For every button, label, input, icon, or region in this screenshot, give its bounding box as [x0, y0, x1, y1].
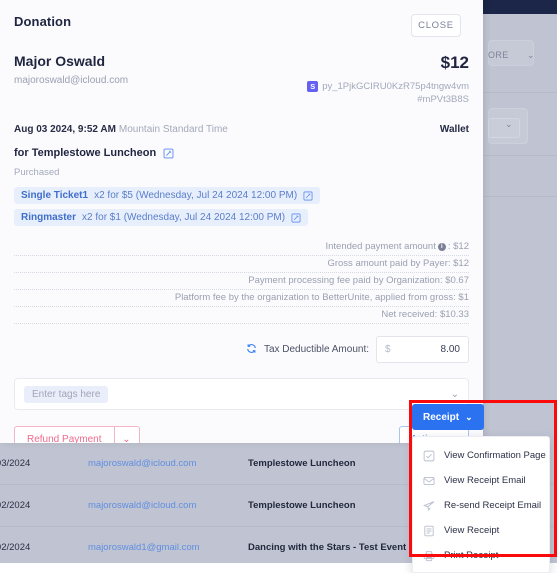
close-button[interactable]: CLOSE: [411, 14, 461, 37]
refund-payment-caret-button[interactable]: ⌄: [114, 426, 140, 443]
menu-item-label: Re-send Receipt Email: [444, 500, 541, 511]
receipt-button-label: Receipt: [423, 412, 459, 423]
payment-source: Wallet: [440, 124, 469, 135]
tags-input[interactable]: Enter tags here ⌄: [14, 378, 469, 410]
fee-label: Platform fee by the organization to Bett…: [175, 292, 469, 303]
item-detail: x2 for $5 (Wednesday, Jul 24 2024 12:00 …: [94, 190, 297, 201]
background-filter-chip[interactable]: [488, 118, 520, 138]
receipt-dropdown-menu: View Confirmation Page View Receipt Emai…: [412, 436, 550, 573]
modal-action-bar: Refund Payment ⌄ Actions ⌄: [0, 410, 483, 443]
menu-item-label: View Confirmation Page: [444, 450, 546, 461]
check-square-icon: [422, 449, 435, 462]
tax-deductible-row: Tax Deductible Amount: $ 8.00: [0, 324, 483, 363]
donor-summary: Major Oswald majoroswald@icloud.com $12 …: [0, 37, 483, 105]
fee-label: Gross amount paid by Payer: $12: [327, 258, 469, 269]
table-cell-event: Templestowe Luncheon: [248, 458, 356, 469]
edit-icon[interactable]: [163, 148, 174, 159]
edit-icon[interactable]: [291, 213, 301, 223]
fee-row: Net received: $10.33: [14, 307, 469, 324]
tags-section: Enter tags here ⌄: [0, 363, 483, 410]
list-item[interactable]: Ringmaster x2 for $1 (Wednesday, Jul 24 …: [14, 209, 308, 226]
fee-label: Payment processing fee paid by Organizat…: [248, 275, 469, 286]
donation-amount: $12: [307, 53, 469, 73]
campaign-row: for Templestowe Luncheon: [0, 137, 483, 159]
payment-reference: py_1PjkGCIRU0KzR75p4tngw4vm: [322, 80, 469, 93]
receipt-button[interactable]: Receipt ⌄: [412, 404, 484, 430]
transaction-datetime: Aug 03 2024, 9:52 AM: [14, 124, 116, 135]
donation-detail-modal: Donation CLOSE Major Oswald majoroswald@…: [0, 0, 483, 443]
menu-item-print-receipt[interactable]: Print Receipt: [413, 543, 549, 568]
donor-email: majoroswald@icloud.com: [14, 75, 128, 86]
menu-item-label: View Receipt Email: [444, 475, 526, 486]
fee-row: Intended payment amount i : $12: [14, 239, 469, 256]
send-icon: [422, 499, 435, 512]
divider: [484, 196, 557, 197]
fee-row: Payment processing fee paid by Organizat…: [14, 273, 469, 290]
purchased-label: Purchased: [0, 159, 483, 178]
tax-deductible-label: Tax Deductible Amount:: [264, 344, 369, 355]
fee-value: : $12: [448, 241, 469, 252]
page-title: Donation: [14, 14, 71, 29]
table-cell-event: Dancing with the Stars - Test Event: [248, 542, 406, 553]
fee-breakdown: Intended payment amount i : $12 Gross am…: [0, 229, 483, 324]
table-cell-date: 8/02/2024: [0, 542, 98, 553]
divider: [484, 92, 557, 93]
refresh-icon[interactable]: [246, 343, 257, 357]
fee-label: Net received: $10.33: [381, 309, 469, 320]
chevron-down-icon: ⌄: [465, 413, 473, 422]
tax-deductible-input[interactable]: $ 8.00: [376, 336, 469, 363]
item-name: Ringmaster: [21, 212, 76, 223]
chevron-down-icon[interactable]: ⌄: [451, 389, 459, 400]
currency-symbol: $: [385, 344, 391, 355]
menu-item-label: Print Receipt: [444, 550, 498, 561]
list-item[interactable]: Single Ticket1 x2 for $5 (Wednesday, Jul…: [14, 187, 320, 204]
tags-placeholder: Enter tags here: [24, 386, 108, 403]
purchased-items: Single Ticket1 x2 for $5 (Wednesday, Jul…: [0, 178, 483, 229]
document-icon: [422, 524, 435, 537]
refund-payment-button[interactable]: Refund Payment: [14, 426, 114, 443]
fee-row: Platform fee by the organization to Bett…: [14, 290, 469, 307]
info-icon[interactable]: i: [438, 243, 446, 251]
app-top-bar: [483, 0, 557, 14]
table-cell-email[interactable]: majoroswald@icloud.com: [88, 500, 238, 511]
refund-payment-split-button: Refund Payment ⌄: [14, 426, 140, 443]
menu-item-view-confirmation-page[interactable]: View Confirmation Page: [413, 443, 549, 468]
table-cell-date: 8/03/2024: [0, 458, 98, 469]
chevron-down-icon: ⌄: [505, 119, 513, 130]
menu-item-view-receipt-email[interactable]: View Receipt Email: [413, 468, 549, 493]
table-cell-event: Templestowe Luncheon: [248, 500, 356, 511]
stripe-icon: S: [307, 81, 318, 92]
envelope-icon: [422, 474, 435, 487]
transaction-timezone: Mountain Standard Time: [119, 124, 228, 135]
printer-icon: [422, 549, 435, 562]
edit-icon[interactable]: [303, 191, 313, 201]
divider: [484, 155, 557, 156]
menu-item-resend-receipt-email[interactable]: Re-send Receipt Email: [413, 493, 549, 518]
payment-reference-short: #mPVt3B8S: [307, 94, 469, 105]
menu-item-label: View Receipt: [444, 525, 499, 536]
payment-reference-row: S py_1PjkGCIRU0KzR75p4tngw4vm: [307, 80, 469, 93]
modal-header: Donation CLOSE: [0, 0, 483, 37]
item-name: Single Ticket1: [21, 190, 88, 201]
background-more-label: ORE: [488, 50, 509, 60]
table-cell-email[interactable]: majoroswald1@gmail.com: [88, 542, 238, 553]
campaign-name: for Templestowe Luncheon: [14, 147, 156, 159]
item-detail: x2 for $1 (Wednesday, Jul 24 2024 12:00 …: [82, 212, 285, 223]
chevron-down-icon: ⌄: [527, 50, 535, 61]
table-cell-email[interactable]: majoroswald@icloud.com: [88, 458, 238, 469]
tax-deductible-value: 8.00: [441, 344, 460, 355]
fee-row: Gross amount paid by Payer: $12: [14, 256, 469, 273]
donor-name: Major Oswald: [14, 53, 128, 69]
fee-label: Intended payment amount: [325, 241, 435, 252]
transaction-datetime-row: Aug 03 2024, 9:52 AMMountain Standard Ti…: [0, 105, 483, 137]
menu-item-view-receipt[interactable]: View Receipt: [413, 518, 549, 543]
table-cell-date: 8/02/2024: [0, 500, 98, 511]
